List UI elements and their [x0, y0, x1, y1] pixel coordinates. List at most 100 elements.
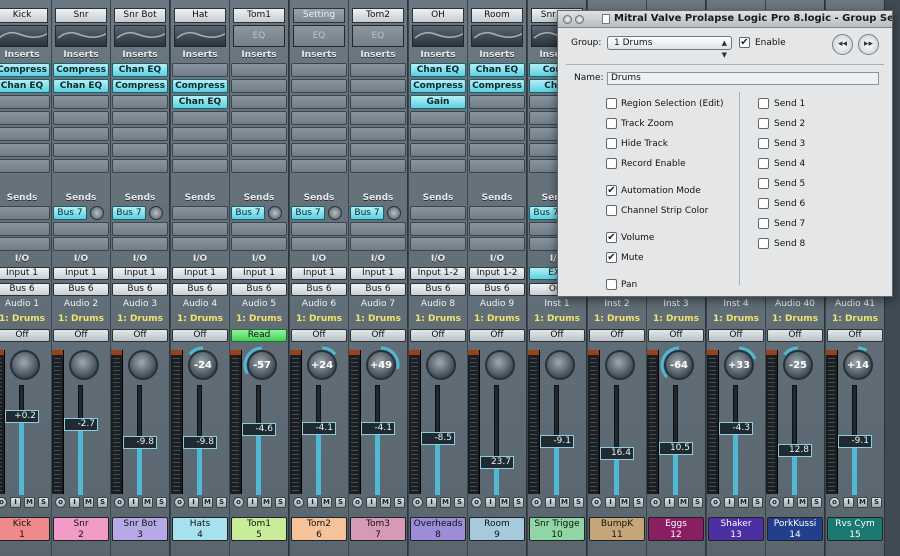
group-slot[interactable]: 1: Drums: [114, 314, 166, 324]
mute-button[interactable]: M: [142, 497, 153, 508]
automation-mode-button[interactable]: Off: [827, 329, 883, 342]
insert-slot[interactable]: [350, 111, 406, 125]
input-monitor-button[interactable]: I: [247, 497, 258, 508]
pan-knob[interactable]: +14: [843, 350, 873, 380]
send-checkbox[interactable]: [758, 218, 769, 229]
insert-slot[interactable]: Compress: [410, 79, 466, 93]
insert-slot[interactable]: [112, 159, 168, 173]
insert-slot[interactable]: [231, 159, 287, 173]
pan-knob[interactable]: -57: [247, 350, 277, 380]
send-slot[interactable]: [291, 222, 347, 236]
send-slot[interactable]: Bus 7: [112, 206, 146, 220]
send-slot[interactable]: [291, 237, 347, 251]
channel-settings-button[interactable]: Tom2: [352, 8, 404, 23]
solo-button[interactable]: S: [513, 497, 524, 508]
solo-button[interactable]: S: [692, 497, 703, 508]
eq-thumbnail[interactable]: [0, 25, 48, 47]
insert-slot[interactable]: [291, 95, 347, 109]
insert-slot[interactable]: [0, 143, 50, 157]
volume-value[interactable]: 12.8: [778, 444, 812, 457]
volume-value[interactable]: -9.8: [183, 436, 217, 449]
insert-slot[interactable]: Compress: [0, 63, 50, 77]
group-slot[interactable]: 1: Drums: [591, 314, 643, 324]
insert-slot[interactable]: [53, 143, 109, 157]
send-slot[interactable]: [410, 237, 466, 251]
insert-slot[interactable]: [172, 111, 228, 125]
mute-button[interactable]: M: [321, 497, 332, 508]
automation-mode-button[interactable]: Read: [231, 329, 287, 342]
pan-knob[interactable]: +33: [724, 350, 754, 380]
option-checkbox[interactable]: [606, 158, 617, 169]
option-checkbox[interactable]: [606, 98, 617, 109]
pan-knob[interactable]: +49: [366, 350, 396, 380]
channel-name-label[interactable]: Eggs 12: [648, 517, 704, 541]
input-slot[interactable]: Input 1: [231, 267, 287, 280]
insert-slot[interactable]: [112, 127, 168, 141]
insert-slot[interactable]: [112, 95, 168, 109]
channel-settings-button[interactable]: Setting: [293, 8, 345, 23]
solo-button[interactable]: S: [335, 497, 346, 508]
input-monitor-button[interactable]: I: [485, 497, 496, 508]
automation-mode-button[interactable]: Off: [469, 329, 525, 342]
enable-checkbox[interactable]: ✔: [739, 37, 750, 48]
solo-button[interactable]: S: [811, 497, 822, 508]
input-monitor-button[interactable]: I: [783, 497, 794, 508]
insert-slot[interactable]: [410, 159, 466, 173]
insert-slot[interactable]: [469, 143, 525, 157]
insert-slot[interactable]: [172, 127, 228, 141]
input-slot[interactable]: Input 1-2: [469, 267, 525, 280]
group-slot[interactable]: 1: Drums: [352, 314, 404, 324]
insert-slot[interactable]: Chan EQ: [172, 95, 228, 109]
volume-value[interactable]: 23.7: [480, 456, 514, 469]
option-checkbox[interactable]: ✔: [606, 252, 617, 263]
solo-button[interactable]: S: [394, 497, 405, 508]
output-slot[interactable]: Bus 6: [410, 283, 466, 296]
insert-slot[interactable]: Chan EQ: [112, 63, 168, 77]
solo-button[interactable]: S: [156, 497, 167, 508]
input-monitor-button[interactable]: I: [366, 497, 377, 508]
insert-slot[interactable]: [350, 63, 406, 77]
automation-mode-button[interactable]: Off: [648, 329, 704, 342]
volume-value[interactable]: -9.8: [123, 436, 157, 449]
input-monitor-button[interactable]: I: [664, 497, 675, 508]
previous-group-button[interactable]: ◂◂: [832, 34, 853, 55]
insert-slot[interactable]: [231, 95, 287, 109]
insert-slot[interactable]: [172, 63, 228, 77]
channel-settings-button[interactable]: Snr Bot: [114, 8, 166, 23]
send-slot[interactable]: [172, 237, 228, 251]
insert-slot[interactable]: [350, 143, 406, 157]
channel-name-label[interactable]: Snr Bot 3: [112, 517, 168, 541]
bounce-button[interactable]: o: [114, 497, 125, 508]
send-slot[interactable]: [231, 237, 287, 251]
insert-slot[interactable]: [231, 79, 287, 93]
insert-slot[interactable]: [350, 95, 406, 109]
group-slot[interactable]: 1: Drums: [769, 314, 821, 324]
solo-button[interactable]: S: [573, 497, 584, 508]
channel-name-label[interactable]: Tom2 6: [291, 517, 347, 541]
output-slot[interactable]: Bus 6: [291, 283, 347, 296]
send-slot[interactable]: [350, 222, 406, 236]
pan-knob[interactable]: [605, 350, 635, 380]
next-group-button[interactable]: ▸▸: [858, 34, 879, 55]
insert-slot[interactable]: [350, 159, 406, 173]
group-slot[interactable]: 1: Drums: [412, 314, 464, 324]
insert-slot[interactable]: [469, 95, 525, 109]
channel-name-label[interactable]: Kick 1: [0, 517, 50, 541]
automation-mode-button[interactable]: Off: [589, 329, 645, 342]
insert-slot[interactable]: Compress: [172, 79, 228, 93]
channel-name-label[interactable]: Tom1 5: [231, 517, 287, 541]
eq-thumbnail[interactable]: [55, 25, 107, 47]
insert-slot[interactable]: [469, 111, 525, 125]
mute-button[interactable]: M: [857, 497, 868, 508]
eq-thumbnail[interactable]: [114, 25, 166, 47]
send-slot[interactable]: [112, 237, 168, 251]
input-slot[interactable]: Input 1: [291, 267, 347, 280]
pan-knob[interactable]: -24: [188, 350, 218, 380]
group-slot[interactable]: 1: Drums: [174, 314, 226, 324]
mute-button[interactable]: M: [559, 497, 570, 508]
bounce-button[interactable]: o: [0, 497, 7, 508]
pan-knob[interactable]: [69, 350, 99, 380]
send-slot[interactable]: [469, 237, 525, 251]
insert-slot[interactable]: Chan EQ: [469, 63, 525, 77]
volume-value[interactable]: -9.1: [540, 435, 574, 448]
